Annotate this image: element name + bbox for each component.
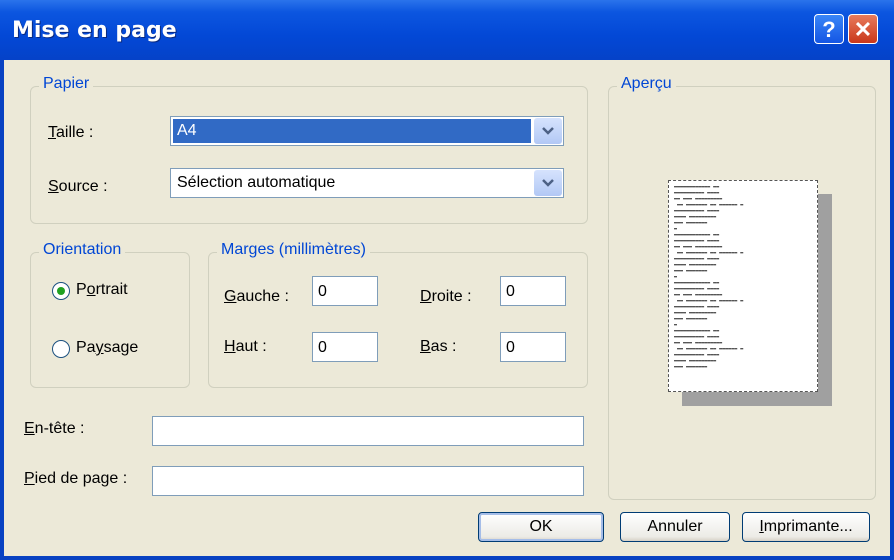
- source-label: Source :: [48, 178, 108, 195]
- source-select[interactable]: Sélection automatique: [170, 168, 564, 198]
- size-label: Taille :: [48, 124, 94, 141]
- header-input[interactable]: [152, 416, 584, 446]
- size-select[interactable]: A4: [170, 116, 564, 146]
- portrait-label[interactable]: Portrait: [76, 281, 128, 299]
- page-preview-text: ▬▬▬▬▬▬▬▬▬▬▬▬ ▬▬ ▬▬▬▬▬▬▬▬▬▬ ▬▬▬▬ ▬▬ ▬▬▬ ▬…: [674, 184, 744, 370]
- help-button[interactable]: ?: [814, 14, 844, 44]
- ok-button[interactable]: OK: [478, 512, 604, 542]
- close-icon: ✕: [853, 17, 873, 42]
- title-bar[interactable]: Mise en page ? ✕: [0, 0, 894, 60]
- top-margin-label: Haut :: [224, 338, 267, 355]
- landscape-label[interactable]: Paysage: [76, 339, 138, 357]
- orientation-group: Orientation: [30, 241, 190, 388]
- page-preview: ▬▬▬▬▬▬▬▬▬▬▬▬ ▬▬ ▬▬▬▬▬▬▬▬▬▬ ▬▬▬▬ ▬▬ ▬▬▬ ▬…: [668, 180, 818, 392]
- orientation-legend: Orientation: [39, 241, 126, 259]
- paper-legend: Papier: [39, 75, 94, 93]
- bottom-margin-input[interactable]: 0: [500, 332, 566, 362]
- header-label: En-tête :: [24, 420, 85, 437]
- help-icon: ?: [822, 17, 836, 42]
- margins-group: Marges (millimètres): [208, 241, 588, 388]
- dialog-title: Mise en page: [12, 18, 177, 43]
- right-margin-input[interactable]: 0: [500, 276, 566, 306]
- portrait-radio[interactable]: [52, 282, 70, 300]
- page-setup-dialog: Mise en page ? ✕ Papier Taille : A4 Sour…: [0, 0, 894, 560]
- paper-group: Papier: [30, 75, 588, 224]
- landscape-radio[interactable]: [52, 340, 70, 358]
- footer-label: Pied de page :: [24, 470, 128, 487]
- right-margin-label: Droite :: [420, 288, 472, 305]
- cancel-button[interactable]: Annuler: [620, 512, 730, 542]
- preview-legend: Aperçu: [617, 75, 676, 93]
- left-margin-input[interactable]: 0: [312, 276, 378, 306]
- bottom-margin-label: Bas :: [420, 338, 457, 355]
- printer-button[interactable]: Imprimante...: [742, 512, 870, 542]
- source-value: Sélection automatique: [177, 174, 336, 191]
- top-margin-input[interactable]: 0: [312, 332, 378, 362]
- close-button[interactable]: ✕: [848, 14, 878, 44]
- chevron-down-icon[interactable]: [534, 118, 562, 144]
- footer-input[interactable]: [152, 466, 584, 496]
- left-margin-label: Gauche :: [224, 288, 289, 305]
- chevron-down-icon[interactable]: [534, 170, 562, 196]
- margins-legend: Marges (millimètres): [217, 241, 370, 259]
- size-value: A4: [177, 122, 197, 139]
